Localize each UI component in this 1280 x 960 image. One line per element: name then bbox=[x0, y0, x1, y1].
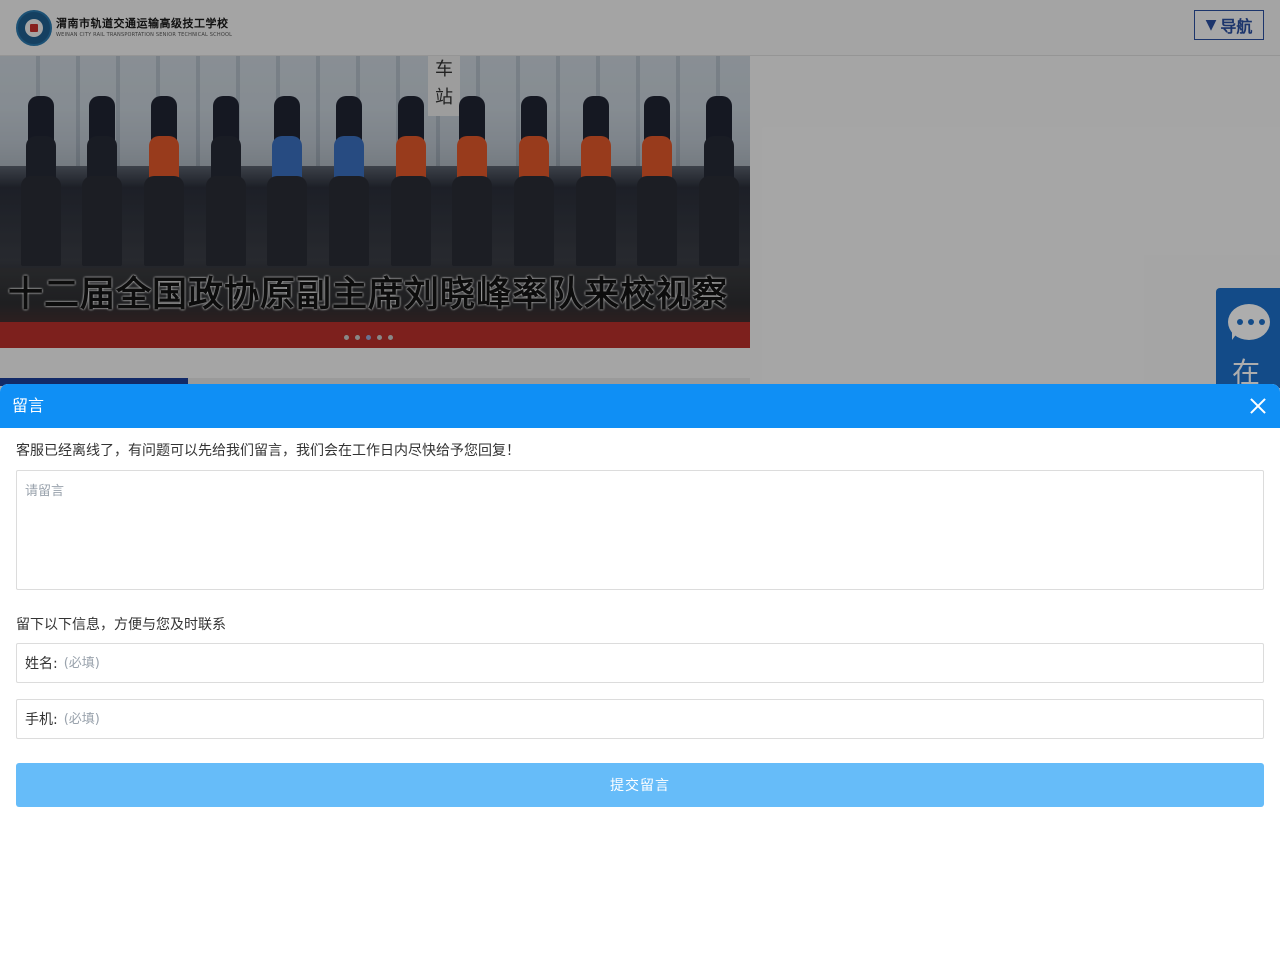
phone-input[interactable] bbox=[63, 711, 1263, 727]
contact-info-label: 留下以下信息，方便与您及时联系 bbox=[16, 617, 226, 633]
phone-field[interactable]: 手机: bbox=[16, 699, 1264, 739]
offline-notice: 客服已经离线了，有问题可以先给我们留言，我们会在工作日内尽快给予您回复！ bbox=[16, 443, 520, 459]
leave-message-modal: 留言 客服已经离线了，有问题可以先给我们留言，我们会在工作日内尽快给予您回复！ … bbox=[0, 384, 1280, 960]
close-icon[interactable] bbox=[1246, 394, 1270, 418]
name-input[interactable] bbox=[63, 655, 1263, 671]
modal-title: 留言 bbox=[12, 396, 45, 415]
modal-header: 留言 bbox=[0, 384, 1280, 428]
phone-field-label: 手机: bbox=[25, 712, 58, 728]
name-field-label: 姓名: bbox=[25, 656, 58, 672]
submit-message-button[interactable]: 提交留言 bbox=[16, 763, 1264, 807]
name-field[interactable]: 姓名: bbox=[16, 643, 1264, 683]
message-textarea[interactable] bbox=[16, 470, 1264, 590]
